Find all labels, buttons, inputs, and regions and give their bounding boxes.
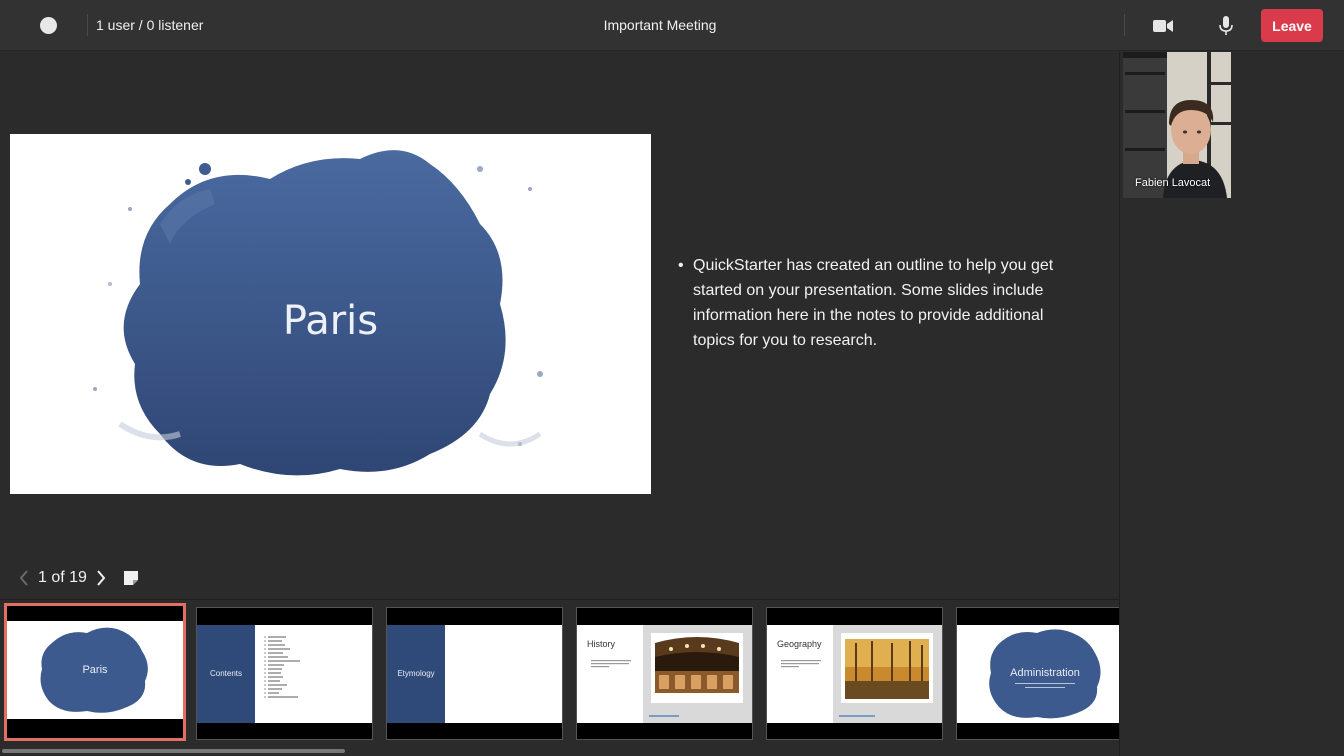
thumbnail-slide-2[interactable]: Contents <box>196 607 373 740</box>
divider <box>1124 14 1125 36</box>
slide-title: Paris <box>282 298 379 344</box>
page-indicator: 1 of 19 <box>38 569 87 586</box>
thumbnail-label: Geography <box>777 639 822 649</box>
thumbnail-strip: Paris Contents Etymology History Geograp… <box>0 599 1119 756</box>
library-photo <box>651 633 743 703</box>
text-lines-graphic <box>781 660 821 668</box>
notes-bullet: QuickStarter has created an outline to h… <box>678 253 1078 353</box>
bullet-list-graphic <box>264 636 300 698</box>
meeting-title: Important Meeting <box>603 17 717 33</box>
thumbnail-slide-4[interactable]: History <box>576 607 753 740</box>
participants-panel: Fabien Lavocat <box>1119 52 1344 756</box>
thumbnail-label: Administration <box>1010 667 1080 679</box>
next-slide-icon[interactable] <box>93 568 109 588</box>
thumbnail-slide-1[interactable]: Paris <box>4 603 186 741</box>
slide-pager: 1 of 19 <box>16 568 139 588</box>
presentation-area: Paris QuickStarter has created an outlin… <box>0 52 1119 756</box>
thumbnail-label: Contents <box>209 669 243 678</box>
speaker-notes: QuickStarter has created an outline to h… <box>678 253 1078 353</box>
thumbnail-label: Etymology <box>397 669 435 678</box>
notes-toggle-icon[interactable] <box>123 570 139 586</box>
previous-slide-icon[interactable] <box>16 568 32 588</box>
leave-button[interactable]: Leave <box>1261 9 1323 42</box>
thumbnail-scrollbar[interactable] <box>2 749 345 753</box>
thumbnail-slide-3[interactable]: Etymology <box>386 607 563 740</box>
top-bar: 1 user / 0 listener Important Meeting Le… <box>0 0 1344 51</box>
thumbnail-label: History <box>587 639 616 649</box>
microphone-icon[interactable] <box>1214 14 1238 38</box>
thumbnail-slide-6[interactable]: Administration <box>956 607 1119 740</box>
thumbnail-slide-5[interactable]: Geography <box>766 607 943 740</box>
video-camera-icon[interactable] <box>1151 14 1175 38</box>
participant-video-tile[interactable]: Fabien Lavocat <box>1123 52 1231 198</box>
thumbnail-label: Paris <box>82 664 108 676</box>
text-lines-graphic <box>591 660 631 668</box>
park-photo <box>841 633 933 703</box>
participant-name: Fabien Lavocat <box>1135 177 1211 189</box>
current-slide: Paris <box>10 134 651 494</box>
